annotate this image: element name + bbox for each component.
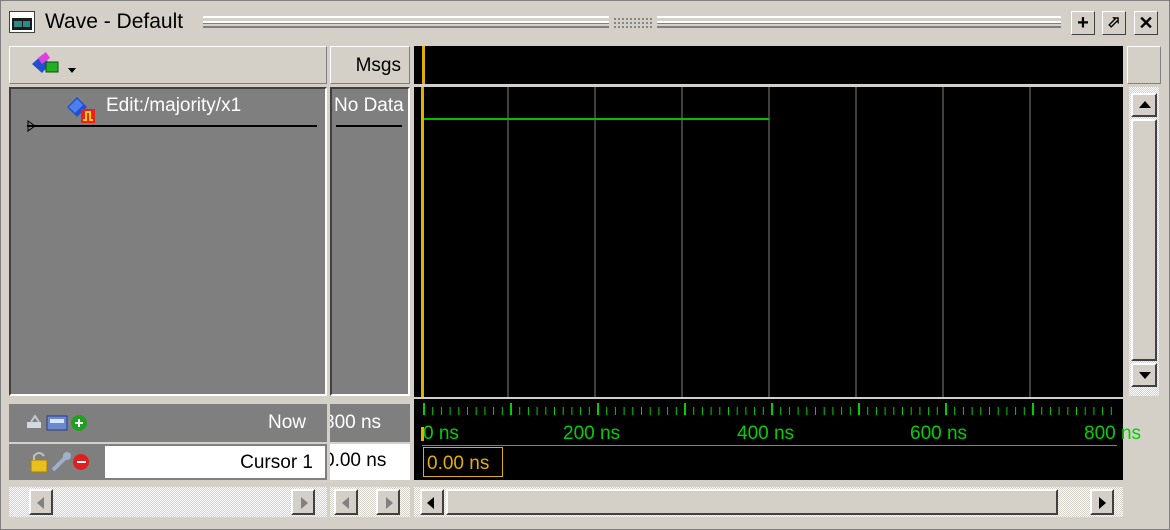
signal-row-divider	[27, 125, 317, 127]
signal-value-pane[interactable]: No Data	[330, 87, 410, 396]
cursor-row-icons	[30, 452, 89, 473]
window-title: Wave - Default	[45, 10, 184, 33]
scroll-down-button[interactable]	[1131, 363, 1157, 387]
waveform-pane[interactable]	[414, 87, 1123, 397]
value-scroll-left-button[interactable]	[334, 489, 358, 515]
drag-grip-right[interactable]	[657, 16, 1061, 28]
wave-pane-hscrollbar[interactable]	[414, 487, 1123, 517]
drag-grip-left[interactable]	[203, 16, 609, 28]
cursor-time: 0.00 ns	[427, 453, 490, 474]
msgs-column-header[interactable]: Msgs	[330, 46, 410, 84]
cursor-time-box[interactable]: 0.00 ns	[423, 447, 503, 477]
title-bar[interactable]: Wave - Default + ⬀ ✕	[1, 1, 1169, 43]
waveform-canvas	[421, 87, 1031, 397]
name-pane-hscrollbar[interactable]	[9, 487, 327, 517]
now-value: 800 ns	[330, 412, 382, 433]
arrow-right-icon	[301, 497, 308, 509]
undock-icon: ⬀	[1107, 14, 1121, 31]
arrow-right-icon	[1099, 497, 1106, 509]
arrow-up-icon	[1139, 101, 1151, 108]
arrow-down-icon	[1139, 372, 1151, 379]
wave-header-area[interactable]	[414, 46, 1123, 84]
arrow-left-icon	[342, 497, 349, 509]
tick-label-800: 800 ns	[1084, 423, 1142, 444]
arrow-right-icon	[386, 497, 393, 509]
tick-label-200: 200 ns	[563, 423, 621, 444]
name-scroll-left-button[interactable]	[29, 489, 53, 515]
time-ruler[interactable]: 0 ns 200 ns 400 ns 600 ns 800 ns 0.00 ns	[414, 399, 1141, 480]
monitor-icon	[46, 415, 68, 431]
tick-label-0: 0 ns	[423, 423, 459, 444]
ruler-divider	[422, 445, 1117, 446]
tick-label-400: 400 ns	[737, 423, 795, 444]
cursor-row[interactable]: Cursor 1	[9, 444, 327, 480]
drag-handle-dots[interactable]	[613, 17, 653, 29]
add-cursor-icon	[27, 414, 41, 428]
scroll-up-button[interactable]	[1131, 93, 1157, 117]
plus-circle-icon	[71, 415, 87, 431]
cursor-line	[421, 87, 424, 397]
wave-app-icon	[9, 11, 35, 33]
signal-name: Edit:/majority/x1	[106, 95, 242, 116]
now-row-icons	[27, 414, 87, 431]
cursor-value-cell: 0.00 ns	[330, 444, 410, 480]
expand-marker-icon[interactable]	[27, 120, 37, 132]
lock-icon	[30, 452, 48, 473]
wrench-icon	[51, 452, 71, 472]
now-row: Now	[9, 404, 327, 442]
now-label: Now	[267, 412, 306, 433]
value-row-divider	[336, 125, 402, 127]
arrow-left-icon	[37, 497, 44, 509]
wave-window: Wave - Default + ⬀ ✕ Msgs Edit:/majority…	[0, 0, 1170, 530]
wave-scroll-right-button[interactable]	[1090, 489, 1114, 515]
name-column-header[interactable]	[9, 46, 327, 84]
close-icon: ✕	[1138, 13, 1154, 33]
cursor-value: 0.00 ns	[330, 450, 387, 471]
vertical-scrollbar[interactable]	[1129, 87, 1159, 396]
signal-value: No Data	[334, 95, 404, 116]
wave-scroll-thumb[interactable]	[446, 489, 1058, 515]
value-scroll-right-button[interactable]	[376, 489, 400, 515]
minus-circle-icon	[73, 454, 89, 470]
arrow-left-icon	[427, 497, 434, 509]
wave-signal-icon	[67, 97, 95, 123]
name-scroll-right-button[interactable]	[291, 489, 315, 515]
cursor-line-top	[422, 46, 425, 84]
value-pane-hscrollbar[interactable]	[330, 487, 410, 517]
signal-row[interactable]: Edit:/majority/x1	[11, 89, 325, 129]
undock-button[interactable]: ⬀	[1102, 11, 1126, 35]
scrollbar-header	[1127, 46, 1161, 84]
signal-name-pane[interactable]: Edit:/majority/x1	[9, 87, 327, 396]
scroll-thumb-vertical[interactable]	[1131, 119, 1157, 361]
dock-button[interactable]: +	[1071, 11, 1095, 35]
tick-label-600: 600 ns	[910, 423, 968, 444]
msgs-header-label: Msgs	[355, 55, 401, 76]
cursor-marker	[421, 427, 424, 441]
now-value-cell: 800 ns	[330, 404, 410, 442]
cursor-label: Cursor 1	[240, 452, 313, 473]
plus-icon: +	[1077, 12, 1089, 34]
wave-scroll-left-button[interactable]	[420, 489, 444, 515]
close-button[interactable]: ✕	[1134, 11, 1158, 35]
signal-dropdown-icon[interactable]	[28, 52, 88, 80]
cursor-name-box[interactable]: Cursor 1	[105, 446, 325, 478]
